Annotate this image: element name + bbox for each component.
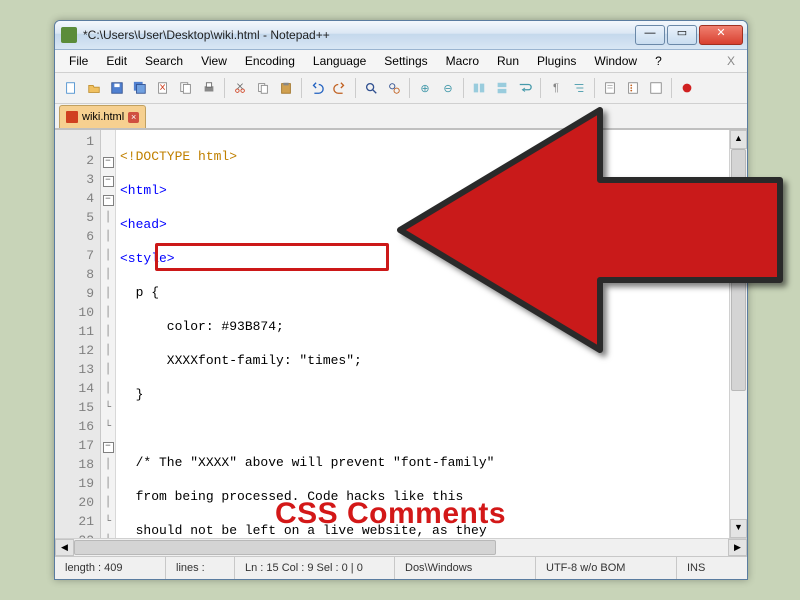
menu-window[interactable]: Window [586,52,645,70]
vertical-scrollbar[interactable]: ▲ ▼ [729,130,747,538]
save-icon[interactable] [107,78,127,98]
fold-column[interactable]: − − − ││││││││││ └ └ − │││ └ └ [101,130,116,538]
scroll-thumb[interactable] [731,149,746,391]
close-file-icon[interactable] [153,78,173,98]
menu-edit[interactable]: Edit [98,52,135,70]
menubar: File Edit Search View Encoding Language … [55,50,747,73]
minimize-button[interactable]: — [635,25,665,45]
new-file-icon[interactable] [61,78,81,98]
status-encoding: UTF-8 w/o BOM [536,557,677,579]
tab-label: wiki.html [82,111,124,123]
toolbar: ⊕ ⊖ ¶ [55,73,747,104]
menu-run[interactable]: Run [489,52,527,70]
zoom-in-icon[interactable]: ⊕ [415,78,435,98]
find-icon[interactable] [361,78,381,98]
status-length: length : 409 [55,557,166,579]
wrap-icon[interactable] [515,78,535,98]
macro-record-icon[interactable] [677,78,697,98]
titlebar[interactable]: *C:\Users\User\Desktop\wiki.html - Notep… [55,21,747,50]
maximize-button[interactable]: ▭ [667,25,697,45]
scroll-left-icon[interactable]: ◀ [55,539,74,556]
show-all-chars-icon[interactable]: ¶ [546,78,566,98]
hscroll-thumb[interactable] [74,540,496,555]
menu-settings[interactable]: Settings [376,52,435,70]
status-eol: Dos\Windows [395,557,536,579]
horizontal-scrollbar[interactable]: ◀ ▶ [55,538,747,556]
redo-icon[interactable] [330,78,350,98]
menubar-close-icon[interactable]: X [721,52,741,70]
close-button[interactable]: ✕ [699,25,743,45]
cut-icon[interactable] [230,78,250,98]
undo-icon[interactable] [307,78,327,98]
status-lines: lines : [166,557,235,579]
scroll-right-icon[interactable]: ▶ [728,539,747,556]
menu-encoding[interactable]: Encoding [237,52,303,70]
tab-wiki[interactable]: wiki.html × [59,105,146,128]
menu-view[interactable]: View [193,52,235,70]
replace-icon[interactable] [384,78,404,98]
folder-view-icon[interactable] [646,78,666,98]
code-area[interactable]: <!DOCTYPE html> <html> <head> <style> p … [116,130,729,538]
scroll-up-icon[interactable]: ▲ [730,130,747,149]
menu-macro[interactable]: Macro [438,52,487,70]
function-list-icon[interactable] [623,78,643,98]
statusbar: length : 409 lines : Ln : 15 Col : 9 Sel… [55,556,747,579]
app-icon [61,27,77,43]
sync-h-icon[interactable] [492,78,512,98]
close-all-icon[interactable] [176,78,196,98]
menu-help[interactable]: ? [647,52,670,70]
doc-map-icon[interactable] [600,78,620,98]
menu-plugins[interactable]: Plugins [529,52,584,70]
status-mode: INS [677,557,747,579]
editor: 12345678910111213141516171819202122 − − … [55,129,747,538]
tab-close-icon[interactable]: × [128,112,139,123]
zoom-out-icon[interactable]: ⊖ [438,78,458,98]
print-icon[interactable] [199,78,219,98]
status-position: Ln : 15 Col : 9 Sel : 0 | 0 [235,557,395,579]
open-file-icon[interactable] [84,78,104,98]
menu-search[interactable]: Search [137,52,191,70]
app-window: *C:\Users\User\Desktop\wiki.html - Notep… [54,20,748,580]
window-title: *C:\Users\User\Desktop\wiki.html - Notep… [83,28,635,42]
menu-file[interactable]: File [61,52,96,70]
scroll-down-icon[interactable]: ▼ [730,519,747,538]
paste-icon[interactable] [276,78,296,98]
tab-file-icon [66,111,78,123]
line-number-gutter: 12345678910111213141516171819202122 [55,130,101,538]
save-all-icon[interactable] [130,78,150,98]
copy-icon[interactable] [253,78,273,98]
window-controls: — ▭ ✕ [635,25,743,45]
tabbar: wiki.html × [55,104,747,129]
menu-language[interactable]: Language [305,52,374,70]
sync-v-icon[interactable] [469,78,489,98]
indent-guide-icon[interactable] [569,78,589,98]
